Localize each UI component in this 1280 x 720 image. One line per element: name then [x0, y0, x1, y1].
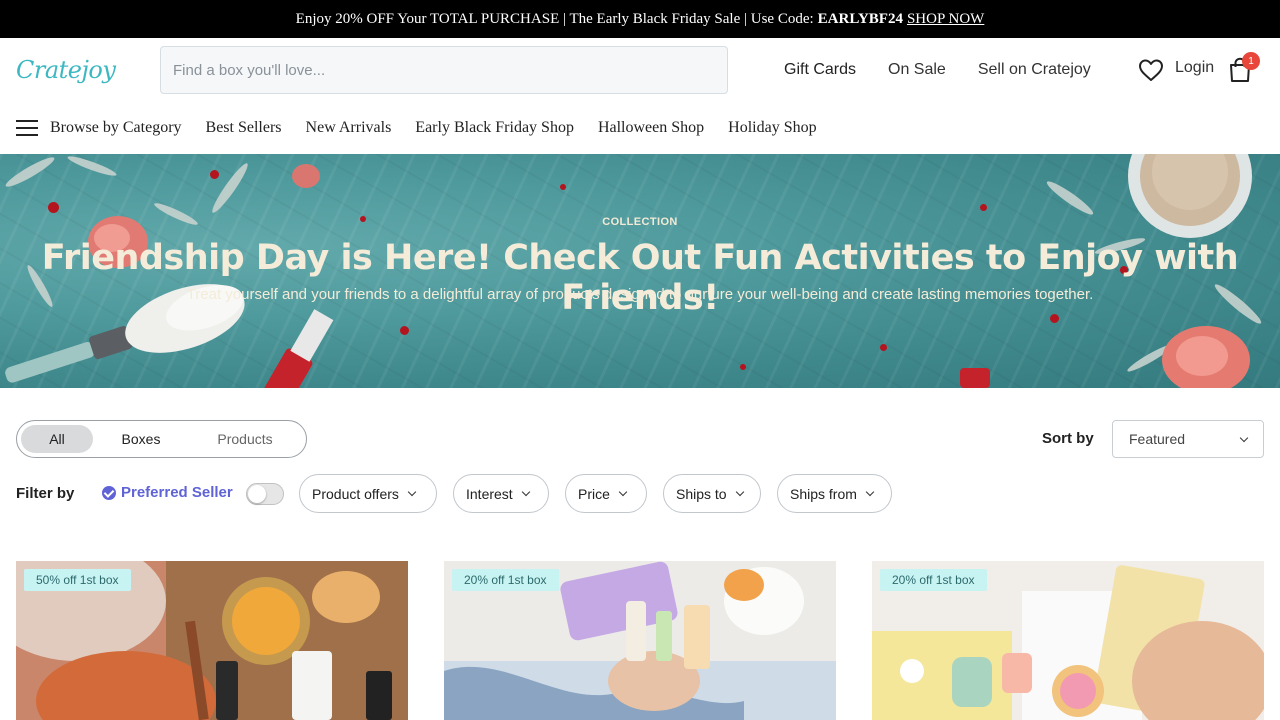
ships-from-filter[interactable]: Ships from: [777, 474, 892, 513]
header-links: Gift Cards On Sale Sell on Cratejoy: [784, 38, 1123, 102]
verified-check-icon: [102, 485, 116, 500]
hero-kicker: COLLECTION: [602, 216, 678, 228]
nav-browse-by-category[interactable]: Browse by Category: [50, 119, 182, 137]
nav-best-sellers[interactable]: Best Sellers: [206, 119, 282, 137]
wishlist-heart-icon[interactable]: [1138, 58, 1164, 82]
pill-label: Price: [578, 485, 610, 502]
pill-label: Interest: [466, 485, 513, 502]
price-filter[interactable]: Price: [565, 474, 647, 513]
nav-early-black-friday-shop[interactable]: Early Black Friday Shop: [415, 119, 574, 137]
nav-holiday-shop[interactable]: Holiday Shop: [728, 119, 816, 137]
discount-badge: 20% off 1st box: [452, 569, 559, 591]
sort-select[interactable]: Featured: [1112, 420, 1264, 458]
promo-text: Enjoy 20% OFF Your TOTAL PURCHASE | The …: [295, 10, 814, 27]
product-offers-filter[interactable]: Product offers: [299, 474, 437, 513]
hero-title: Friendship Day is Here! Check Out Fun Ac…: [41, 238, 1239, 318]
gift-cards-link[interactable]: Gift Cards: [784, 61, 856, 79]
sort-by-label: Sort by: [1042, 430, 1094, 447]
shop-now-link[interactable]: SHOP NOW: [907, 11, 984, 28]
ships-to-filter[interactable]: Ships to: [663, 474, 761, 513]
site-header: Cratejoy Gift Cards On Sale Sell on Crat…: [0, 38, 1280, 102]
sell-on-cratejoy-link[interactable]: Sell on Cratejoy: [978, 61, 1091, 79]
chevron-down-icon: [407, 487, 417, 497]
cart-count-badge: 1: [1242, 52, 1260, 70]
promo-code: EARLYBF24: [817, 10, 903, 27]
segment-products[interactable]: Products: [189, 431, 301, 447]
segment-all[interactable]: All: [21, 425, 93, 453]
hero-subtitle: Treat yourself and your friends to a del…: [186, 286, 1094, 303]
chevron-down-icon: [735, 487, 744, 497]
chevron-down-icon: [618, 487, 628, 497]
login-link[interactable]: Login: [1175, 59, 1214, 77]
sort-value: Featured: [1129, 431, 1186, 447]
type-segmented-control: All Boxes Products: [16, 420, 307, 458]
on-sale-link[interactable]: On Sale: [888, 61, 946, 79]
chevron-down-icon: [1239, 433, 1249, 442]
filter-by-label: Filter by: [16, 485, 75, 502]
preferred-seller-filter: Preferred Seller: [102, 484, 233, 501]
pill-label: Ships from: [790, 485, 857, 502]
promo-bar: Enjoy 20% OFF Your TOTAL PURCHASE | The …: [0, 0, 1280, 38]
chevron-down-icon: [865, 487, 875, 497]
discount-badge: 50% off 1st box: [24, 569, 131, 591]
product-card[interactable]: 20% off 1st box: [872, 561, 1264, 720]
hamburger-menu-icon[interactable]: [16, 120, 38, 136]
category-nav: Browse by Category Best Sellers New Arri…: [0, 102, 1280, 154]
cratejoy-logo[interactable]: Cratejoy: [16, 50, 116, 90]
preferred-seller-toggle[interactable]: [246, 483, 284, 505]
chevron-down-icon: [521, 487, 530, 497]
collection-hero-banner: COLLECTION Friendship Day is Here! Check…: [0, 154, 1280, 388]
pill-label: Product offers: [312, 485, 399, 502]
segment-boxes[interactable]: Boxes: [93, 431, 189, 447]
product-card[interactable]: 50% off 1st box: [16, 561, 408, 720]
discount-badge: 20% off 1st box: [880, 569, 987, 591]
logo-text: Cratejoy: [16, 56, 116, 84]
interest-filter[interactable]: Interest: [453, 474, 549, 513]
pill-label: Ships to: [676, 485, 727, 502]
product-card[interactable]: 20% off 1st box: [444, 561, 836, 720]
nav-halloween-shop[interactable]: Halloween Shop: [598, 119, 704, 137]
nav-new-arrivals[interactable]: New Arrivals: [306, 119, 392, 137]
preferred-seller-label: Preferred Seller: [121, 484, 233, 501]
search-input[interactable]: [160, 46, 728, 94]
